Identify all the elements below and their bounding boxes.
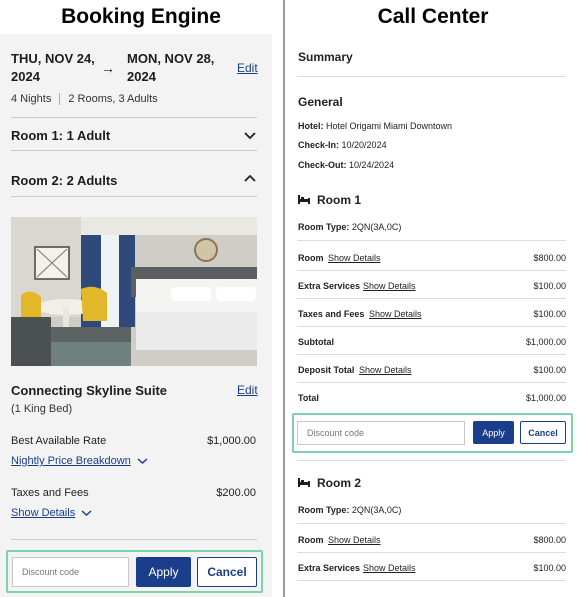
comparison-screen: Booking Engine Call Center THU, NOV 24, …: [0, 0, 581, 597]
divider-line: [297, 552, 566, 553]
room-1-extra-value: $100.00: [533, 281, 566, 291]
edit-suite-link[interactable]: Edit: [237, 383, 258, 397]
room-type-label: Room Type:: [298, 505, 350, 515]
room-1-deposit-show-details[interactable]: Show Details: [359, 365, 412, 375]
room-2-extra-show-details[interactable]: Show Details: [363, 563, 416, 573]
nights-count: 4 Nights: [11, 93, 52, 105]
room-2-type-row: Room Type: 2QN(3A,0C): [298, 505, 401, 515]
room-photo: [11, 217, 257, 366]
divider-line: [11, 196, 257, 197]
room-1-total-label: Total: [298, 393, 319, 403]
room-1-taxes-label: Taxes and Fees: [298, 309, 365, 319]
chevron-up-icon[interactable]: [244, 174, 256, 184]
room-1-subtotal-label: Subtotal: [298, 337, 334, 347]
cancel-button[interactable]: Cancel: [520, 421, 566, 444]
room-1-deposit-label: Deposit Total: [298, 365, 355, 375]
room-2-title: Room 2: [317, 476, 362, 490]
checkout-label: Check-Out:: [298, 160, 347, 170]
room-type-value: 2QN(3A,0C): [351, 222, 402, 232]
checkout-value: 10/24/2024: [349, 160, 395, 170]
divider-line: [297, 326, 566, 327]
best-rate-value: $1,000.00: [207, 435, 256, 447]
divider-line: [297, 270, 566, 271]
room-type-label: Room Type:: [298, 222, 350, 232]
chevron-down-icon[interactable]: [244, 130, 256, 140]
room-1-subtotal-value: $1,000.00: [525, 337, 566, 347]
room-2-room-label: Room: [298, 535, 324, 545]
hotel-label: Hotel:: [298, 121, 324, 131]
room-1-room-show-details[interactable]: Show Details: [328, 253, 381, 263]
nightly-price-breakdown-toggle[interactable]: Nightly Price Breakdown: [11, 455, 148, 467]
general-title: General: [298, 95, 343, 109]
booking-engine-heading: Booking Engine: [61, 5, 221, 28]
room-2-accordion-label[interactable]: Room 2: 2 Adults: [11, 173, 117, 188]
divider-line: [297, 460, 566, 461]
room-1-extra-show-details[interactable]: Show Details: [363, 281, 416, 291]
divider-line: [297, 354, 566, 355]
divider-line: [11, 539, 257, 540]
room-1-room-value: $800.00: [533, 253, 566, 263]
room-type-value: 2QN(3A,0C): [351, 505, 402, 515]
discount-code-input[interactable]: Discount code: [297, 421, 465, 445]
room-2-extra-value: $100.00: [533, 563, 566, 573]
divider-line: [297, 523, 566, 524]
taxes-fees-value: $200.00: [216, 487, 256, 499]
taxes-fees-label: Taxes and Fees: [11, 487, 89, 499]
bed-icon: [298, 478, 310, 487]
divider-line: [297, 76, 566, 77]
room-2-room-show-details[interactable]: Show Details: [328, 535, 381, 545]
show-details-toggle[interactable]: Show Details: [11, 507, 92, 519]
divider-line: [297, 580, 566, 581]
apply-button[interactable]: Apply: [473, 421, 514, 444]
booking-engine-panel: THU, NOV 24, 2024 → MON, NOV 28, 2024 Ed…: [0, 34, 272, 597]
check-in-date: THU, NOV 24, 2024: [11, 51, 95, 84]
room-1-total-value: $1,000.00: [525, 393, 566, 403]
suite-name: Connecting Skyline Suite: [11, 383, 168, 398]
stay-summary: 4 Nights 2 Rooms, 3 Adults: [11, 93, 158, 105]
best-rate-label: Best Available Rate: [11, 435, 107, 447]
arrow-right-icon: →: [101, 60, 115, 76]
bed-icon: [298, 195, 310, 204]
divider-line: [297, 240, 566, 241]
discount-placeholder: Discount code: [307, 428, 365, 438]
room-1-accordion-label[interactable]: Room 1: 1 Adult: [11, 128, 110, 143]
checkout-row: Check-Out: 10/24/2024: [298, 160, 394, 170]
summary-separator: [59, 93, 61, 105]
show-details-link[interactable]: Show Details: [11, 507, 75, 519]
room-2-extra-label: Extra Services: [298, 563, 361, 573]
hotel-row: Hotel: Hotel Origami Miami Downtown: [298, 121, 452, 131]
call-center-heading: Call Center: [377, 5, 489, 28]
room-1-extra-label: Extra Services: [298, 281, 361, 291]
panel-divider: [283, 0, 285, 597]
room-2-room-value: $800.00: [533, 535, 566, 545]
room-1-title: Room 1: [317, 193, 362, 207]
cancel-button[interactable]: Cancel: [197, 557, 257, 587]
rooms-guests: 2 Rooms, 3 Adults: [68, 93, 158, 105]
room-1-taxes-show-details[interactable]: Show Details: [369, 309, 422, 319]
discount-placeholder: Discount code: [22, 567, 80, 577]
check-out-date: MON, NOV 28, 2024: [127, 51, 215, 84]
checkin-value: 10/20/2024: [341, 140, 387, 150]
divider-line: [297, 382, 566, 383]
room-1-room-label: Room: [298, 253, 324, 263]
summary-title: Summary: [298, 50, 353, 64]
checkin-row: Check-In: 10/20/2024: [298, 140, 387, 150]
nightly-price-breakdown-link[interactable]: Nightly Price Breakdown: [11, 455, 131, 467]
checkin-label: Check-In:: [298, 140, 340, 150]
divider-line: [297, 298, 566, 299]
hotel-value: Hotel Origami Miami Downtown: [326, 121, 453, 131]
edit-dates-link[interactable]: Edit: [237, 61, 258, 75]
chevron-down-icon[interactable]: [81, 509, 92, 517]
bed-type: (1 King Bed): [11, 403, 73, 415]
chevron-down-icon[interactable]: [137, 457, 148, 465]
discount-code-input[interactable]: Discount code: [12, 557, 129, 587]
room-1-taxes-value: $100.00: [533, 309, 566, 319]
divider-line: [11, 150, 257, 151]
room-1-deposit-value: $100.00: [533, 365, 566, 375]
room-1-type-row: Room Type: 2QN(3A,0C): [298, 222, 401, 232]
apply-button[interactable]: Apply: [136, 557, 191, 587]
divider-line: [11, 117, 257, 118]
